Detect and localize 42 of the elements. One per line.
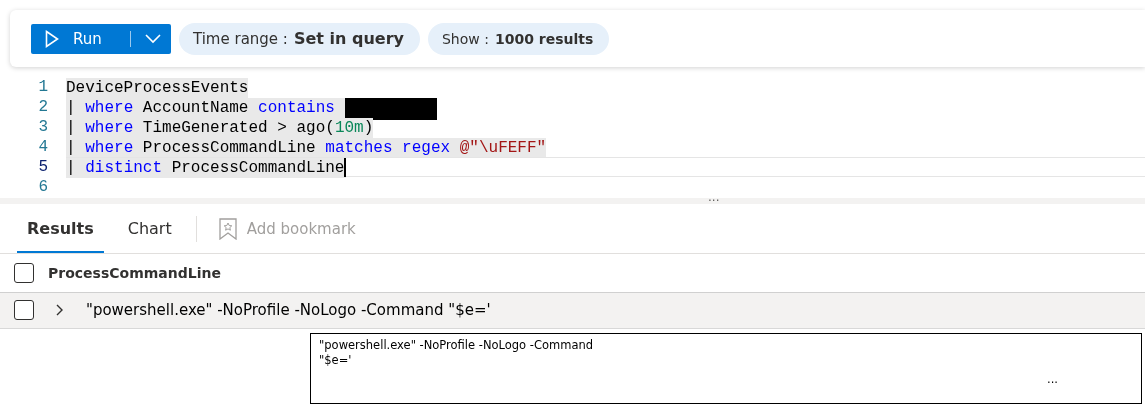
line-number: 2 [37,98,49,117]
line-number: 6 [37,178,49,197]
code-token: distinct [85,159,163,178]
code-token: | [66,99,76,118]
line-number: 3 [37,118,49,137]
splitter-bar[interactable]: ... [0,198,1145,204]
code-token: contains [258,99,335,118]
code-token: where [85,139,134,158]
more-text: ... [1047,371,1058,386]
tooltip-text: "$e=' [319,352,353,368]
code-token: @"\uFEFF" [459,139,547,158]
table-cell: "powershell.exe" -NoProfile -NoLogo -Command "$e=' [86,301,491,320]
code-token: ProcessCommandLine [142,139,316,158]
code-token: DeviceProcessEvents [66,79,249,98]
time-range-button[interactable]: Time range : Set in query [179,22,420,55]
line-number: 1 [37,78,49,97]
line-number: 5 [37,158,49,177]
code-token: matches regex [325,139,451,158]
chevron-right-icon[interactable] [56,304,64,317]
tab[interactable]: Chart [117,204,182,254]
row-checkbox[interactable] [14,300,34,321]
code-token: 10m [334,119,364,138]
tab[interactable]: Results [17,204,104,254]
show-results-button[interactable]: Show : 1000 results [428,22,610,55]
code-token: where [85,119,134,138]
bookmark-icon [218,217,237,240]
select-all-checkbox[interactable] [14,263,34,284]
column-header[interactable]: ProcessCommandLine [48,265,221,282]
run-button[interactable]: Run [31,23,171,54]
code-token: | [66,119,76,138]
code-token: ProcessCommandLine [171,159,345,178]
code-token: AccountName [142,99,249,118]
code-token: | [66,139,76,158]
play-icon [45,29,59,48]
code-token: ) [363,119,374,138]
code-token: where [85,99,134,118]
code-token: TimeGenerated > ago( [142,119,335,138]
text-cursor [344,158,347,178]
tooltip-text: "powershell.exe" -NoProfile -NoLogo -Command [319,337,595,353]
chevron-down-icon [144,33,161,44]
code-token: | [66,159,76,178]
line-number: 4 [37,138,49,157]
